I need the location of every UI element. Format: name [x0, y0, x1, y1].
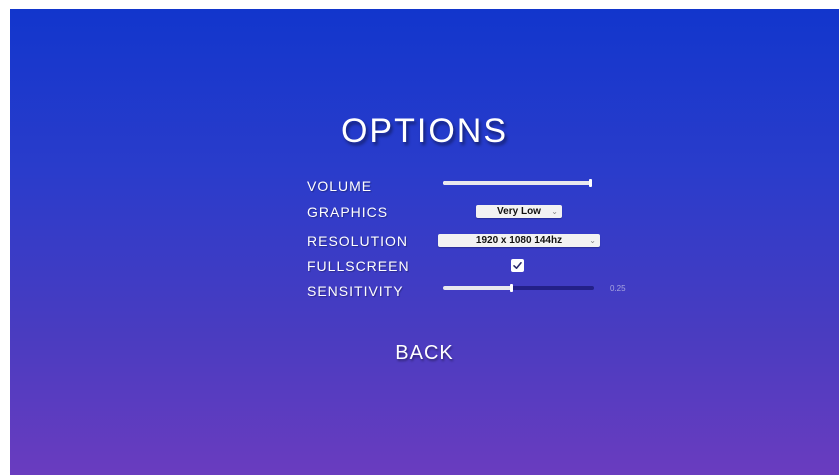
volume-label: VOLUME — [307, 178, 373, 194]
page-title: OPTIONS — [340, 112, 509, 150]
options-screen: OPTIONS VOLUME GRAPHICS Very Low ⌄ RESOL… — [10, 9, 839, 475]
sensitivity-slider-handle[interactable] — [509, 284, 513, 292]
chevron-down-icon: ⌄ — [551, 207, 558, 216]
fullscreen-label: FULLSCREEN — [307, 258, 410, 274]
graphics-dropdown-value: Very Low — [497, 206, 541, 217]
back-button[interactable]: BACK — [10, 342, 839, 365]
chevron-down-icon: ⌄ — [589, 236, 596, 245]
volume-slider-fill — [443, 181, 592, 185]
sensitivity-slider-fill — [443, 286, 513, 290]
sensitivity-value: 0.25 — [610, 284, 626, 293]
volume-slider-handle[interactable] — [589, 179, 592, 187]
sensitivity-label: SENSITIVITY — [307, 283, 404, 299]
graphics-label: GRAPHICS — [307, 204, 389, 220]
resolution-dropdown-value: 1920 x 1080 144hz — [475, 235, 563, 246]
fullscreen-checkbox[interactable] — [511, 259, 524, 272]
sensitivity-slider[interactable] — [443, 284, 594, 292]
resolution-dropdown[interactable]: 1920 x 1080 144hz ⌄ — [438, 234, 600, 247]
volume-slider[interactable] — [443, 179, 592, 187]
check-icon — [513, 261, 522, 269]
graphics-dropdown[interactable]: Very Low ⌄ — [476, 205, 562, 218]
resolution-label: RESOLUTION — [307, 233, 409, 249]
